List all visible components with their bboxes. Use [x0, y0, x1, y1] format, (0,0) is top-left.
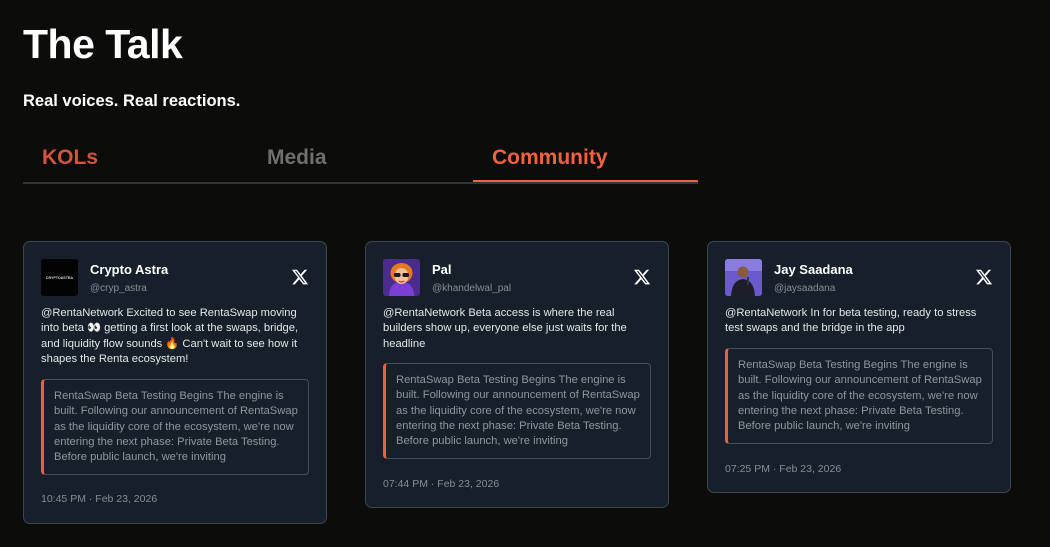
tweet-text: @RentaNetwork Excited to see RentaSwap m…: [41, 307, 299, 365]
tweet-timestamp: 07:44 PM · Feb 23, 2026: [383, 478, 500, 490]
x-logo-icon[interactable]: [633, 268, 651, 286]
x-logo-icon[interactable]: [291, 268, 309, 286]
tweet-timestamp: 10:45 PM · Feb 23, 2026: [41, 493, 158, 505]
tweet-card-crypto-astra[interactable]: CRYPTOASTRA Crypto Astra @cryp_astra @Re…: [23, 241, 327, 524]
quoted-post[interactable]: RentaSwap Beta Testing Begins The engine…: [725, 348, 993, 444]
quoted-post-text: RentaSwap Beta Testing Begins The engine…: [54, 390, 298, 464]
tweet-timestamp: 07:25 PM · Feb 23, 2026: [725, 463, 842, 475]
quoted-post-text: RentaSwap Beta Testing Begins The engine…: [396, 374, 640, 448]
author-name[interactable]: Crypto Astra: [90, 262, 168, 278]
tab-kols[interactable]: KOLs: [42, 145, 98, 171]
avatar: [725, 259, 762, 296]
author-handle[interactable]: @jaysaadana: [774, 283, 835, 295]
tab-media[interactable]: Media: [267, 145, 327, 171]
tweet-card-pal[interactable]: Pal @khandelwal_pal @RentaNetwork Beta a…: [365, 241, 669, 508]
avatar: CRYPTOASTRA: [41, 259, 78, 296]
x-logo-icon[interactable]: [975, 268, 993, 286]
author-handle[interactable]: @cryp_astra: [90, 283, 147, 295]
tab-bar: KOLs Media Community: [23, 140, 698, 184]
author-name[interactable]: Jay Saadana: [774, 262, 853, 278]
author-name[interactable]: Pal: [432, 262, 452, 278]
page-title: The Talk: [23, 21, 183, 67]
tab-community[interactable]: Community: [492, 145, 608, 171]
quoted-post[interactable]: RentaSwap Beta Testing Begins The engine…: [383, 363, 651, 459]
tweet-card-jay-saadana[interactable]: Jay Saadana @jaysaadana @RentaNetwork In…: [707, 241, 1011, 493]
tweet-text: @RentaNetwork In for beta testing, ready…: [725, 307, 977, 335]
page-subtitle: Real voices. Real reactions.: [23, 92, 241, 110]
quoted-post[interactable]: RentaSwap Beta Testing Begins The engine…: [41, 379, 309, 475]
tweet-text: @RentaNetwork Beta access is where the r…: [383, 307, 627, 350]
author-handle[interactable]: @khandelwal_pal: [432, 283, 511, 295]
avatar-logo-text: CRYPTOASTRA: [46, 276, 74, 280]
quoted-post-text: RentaSwap Beta Testing Begins The engine…: [738, 359, 982, 433]
avatar: [383, 259, 420, 296]
active-tab-indicator: [473, 180, 698, 182]
